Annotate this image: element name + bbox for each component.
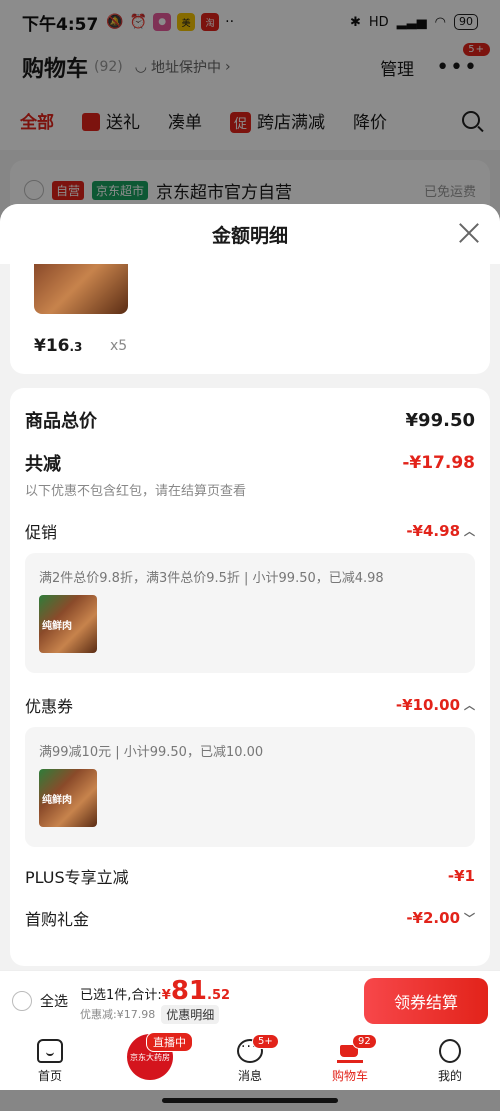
product-price-int: ¥16 [34,336,70,356]
total-value: ¥99.50 [405,409,475,431]
plus-value: -¥1 [447,867,475,885]
home-indicator [162,1098,338,1103]
checkout-bar: 全选 已选1件,合计: ¥ 81 .52 优惠减:¥17.98 优惠明细 领券结… [0,970,500,1030]
discount-detail-link[interactable]: 优惠明细 [161,1004,220,1024]
promotion-row[interactable]: 促销 -¥4.98 ︿ [25,509,475,553]
promotion-detail-box: 满2件总价9.8折，满3件总价9.5折 | 小计99.50，已减4.98 纯鲜肉 [25,553,475,673]
tab-cart[interactable]: 92 购物车 [300,1030,400,1090]
total-symbol: ¥ [161,987,171,1003]
tab-home-label: 首页 [37,1069,62,1083]
amount-detail-sheet: 金额明细 ¥16.3 x5 商品总价 ¥99.50 共减 -¥17.98 以下优… [0,204,500,970]
discount-label: 共减 [25,454,61,475]
total-amount-int: 81 [170,975,208,1006]
profile-icon [439,1039,461,1063]
chevron-up-icon: ︿ [464,525,475,538]
plus-row: PLUS专享立减 -¥1 [25,855,475,897]
tab-me-label: 我的 [437,1069,462,1083]
checkout-button[interactable]: 领券结算 [364,977,488,1024]
home-icon [37,1039,63,1063]
tab-live[interactable]: 京东大药房 直播中 [100,1030,200,1090]
promotion-value-wrap: -¥4.98 ︿ [406,522,475,540]
discount-summary: 优惠减:¥17.98 [80,1008,156,1021]
price-detail-card: 商品总价 ¥99.50 共减 -¥17.98 以下优惠不包含红包，请在结算页查看… [10,388,490,966]
discount-row: 共减 -¥17.98 [25,448,475,478]
coupon-product-thumbnail[interactable]: 纯鲜肉 [39,769,97,827]
product-price-dec: .3 [69,340,83,354]
cart-badge: 92 [352,1034,377,1049]
product-price: ¥16.3 [34,336,82,356]
discount-note: 以下优惠不包含红包，请在结算页查看 [25,484,247,499]
tab-me[interactable]: 我的 [400,1030,500,1090]
select-all-label[interactable]: 全选 [40,991,68,1011]
select-all-radio[interactable] [12,990,32,1011]
chevron-down-icon: ﹀ [464,912,475,925]
coupon-row[interactable]: 优惠券 -¥10.00 ︿ [25,683,475,727]
thumb-text: 纯鲜肉 [42,795,72,806]
selected-count: 已选1件,合计: [80,987,162,1003]
first-gift-value: -¥2.00 [406,909,460,927]
messages-badge: 5+ [252,1034,279,1049]
first-gift-value-wrap: -¥2.00 ﹀ [406,909,475,927]
tab-home[interactable]: 首页 [0,1030,100,1090]
coupon-detail-box: 满99减10元 | 小计99.50，已减10.00 纯鲜肉 [25,727,475,847]
sheet-header: 金额明细 [0,204,500,264]
first-gift-row[interactable]: 首购礼金 -¥2.00 ﹀ [25,897,475,939]
checkout-summary: 已选1件,合计: ¥ 81 .52 优惠减:¥17.98 优惠明细 [80,978,230,1024]
sheet-title: 金额明细 [211,224,288,247]
bottom-tabbar: 首页 京东大药房 直播中 5+ 消息 92 购物车 我的 [0,1030,500,1090]
promotion-value: -¥4.98 [406,522,460,540]
product-quantity: x5 [110,338,128,354]
discount-value: -¥17.98 [402,453,475,473]
product-thumbnail[interactable] [34,264,128,314]
coupon-label: 优惠券 [25,697,74,716]
live-badge: 直播中 [146,1032,193,1052]
coupon-value-wrap: -¥10.00 ︿ [396,696,475,714]
total-amount-dec: .52 [207,987,231,1003]
promotion-product-thumbnail[interactable]: 纯鲜肉 [39,595,97,653]
first-gift-label: 首购礼金 [25,910,90,929]
tab-messages-label: 消息 [237,1069,262,1083]
coupon-desc: 满99减10元 | 小计99.50，已减10.00 [39,745,264,760]
tab-messages[interactable]: 5+ 消息 [200,1030,300,1090]
close-icon[interactable] [458,222,480,244]
coupon-value: -¥10.00 [395,696,460,714]
promotion-label: 促销 [25,523,58,542]
product-card: ¥16.3 x5 [10,264,490,374]
chevron-up-icon: ︿ [464,699,475,712]
promotion-desc: 满2件总价9.8折，满3件总价9.5折 | 小计99.50，已减4.98 [39,571,384,586]
total-label: 商品总价 [25,411,97,432]
total-row: 商品总价 ¥99.50 [25,388,475,448]
plus-label: PLUS专享立减 [25,868,129,887]
thumb-text: 纯鲜肉 [42,621,72,632]
tab-cart-label: 购物车 [331,1069,368,1083]
